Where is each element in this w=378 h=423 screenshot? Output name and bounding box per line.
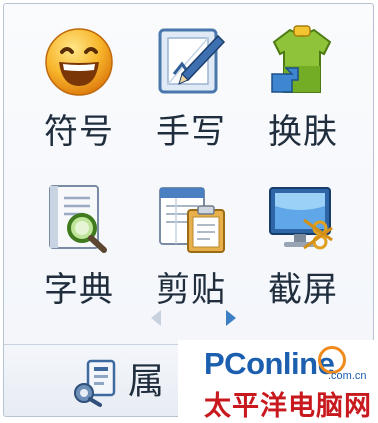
clipboard-icon (159, 187, 225, 253)
arrow-left-icon[interactable] (151, 310, 161, 326)
properties-button[interactable]: 属 (70, 357, 164, 407)
watermark-subtitle: 太平洋电脑网 (204, 391, 372, 422)
watermark-brand: PConline (204, 346, 335, 381)
smiley-icon (45, 28, 113, 96)
dictionary-search-icon (49, 185, 107, 253)
settings-wrench-icon (74, 359, 116, 407)
tool-dictionary[interactable]: 字典 (23, 174, 135, 322)
tool-clipboard[interactable]: 剪贴 (135, 174, 247, 322)
page-navigation (4, 304, 373, 332)
tool-label: 换肤 (268, 112, 338, 152)
tool-label: 手写 (156, 112, 226, 152)
arrow-right-icon[interactable] (226, 310, 236, 326)
tool-screenshot[interactable]: 截屏 (247, 174, 359, 322)
pen-writing-icon (158, 28, 226, 94)
tool-handwriting[interactable]: 手写 (135, 16, 247, 164)
properties-label: 属 (128, 361, 165, 402)
watermark-domain: .com.cn (328, 370, 367, 382)
tool-grid: 符号 手写 换肤 字典 剪贴 截屏 (4, 16, 373, 322)
tool-symbols[interactable]: 符号 (23, 16, 135, 164)
skin-shirt-icon (271, 25, 332, 93)
tool-label: 符号 (44, 112, 114, 152)
tool-skin[interactable]: 换肤 (247, 16, 359, 164)
screenshot-monitor-icon (269, 187, 333, 250)
watermark-logo: PConline .com.cn 太平洋电脑网 (178, 340, 378, 422)
